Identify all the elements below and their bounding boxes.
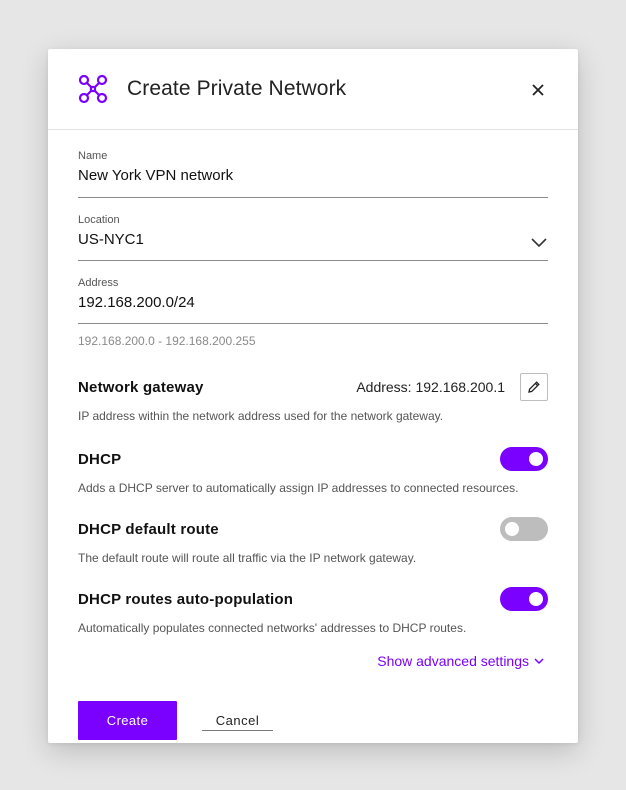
dialog-header: Create Private Network <box>48 49 578 130</box>
address-input[interactable]: 192.168.200.0/24 <box>78 290 548 318</box>
network-gateway-heading: Network gateway <box>78 378 204 396</box>
create-button[interactable]: Create <box>78 701 177 740</box>
advanced-link-label[interactable]: Show advanced settings <box>377 653 529 669</box>
dhcp-routes-toggle[interactable] <box>500 587 548 611</box>
pencil-icon <box>528 381 540 393</box>
dhcp-toggle[interactable] <box>500 447 548 471</box>
address-range: 192.168.200.0 - 192.168.200.255 <box>78 334 256 348</box>
dhcp-heading: DHCP <box>78 450 122 468</box>
chevron-down-icon[interactable] <box>534 657 544 665</box>
dhcp-routes-section: DHCP routes auto-population Automaticall… <box>78 584 548 635</box>
show-advanced-settings-link[interactable]: Show advanced settings <box>78 653 548 669</box>
cancel-button[interactable]: Cancel <box>202 711 273 731</box>
network-icon <box>78 74 108 104</box>
dhcp-default-route-heading: DHCP default route <box>78 520 219 538</box>
dhcp-default-route-description: The default route will route all traffic… <box>78 551 417 565</box>
dhcp-routes-heading: DHCP routes auto-population <box>78 590 294 608</box>
close-icon[interactable] <box>528 80 548 100</box>
dialog-actions: Create Cancel <box>78 701 548 740</box>
location-select[interactable]: Location US-NYC1 <box>78 214 548 261</box>
gateway-description: IP address within the network address us… <box>78 409 444 423</box>
name-input[interactable]: New York VPN network <box>78 163 548 191</box>
dhcp-default-route-section: DHCP default route The default route wil… <box>78 514 548 565</box>
network-gateway-section: Network gateway Address: 192.168.200.1 I… <box>78 372 548 423</box>
address-field[interactable]: Address 192.168.200.0/24 <box>78 277 548 324</box>
gateway-address: Address: 192.168.200.1 <box>356 379 505 395</box>
name-label: Name <box>78 150 108 162</box>
address-label: Address <box>78 277 119 289</box>
dhcp-default-route-toggle[interactable] <box>500 517 548 541</box>
location-label: Location <box>78 214 120 226</box>
dhcp-routes-description: Automatically populates connected networ… <box>78 621 467 635</box>
dhcp-section: DHCP Adds a DHCP server to automatically… <box>78 444 548 495</box>
edit-gateway-button[interactable] <box>520 373 548 401</box>
chevron-down-icon[interactable] <box>530 236 548 248</box>
location-value[interactable]: US-NYC1 <box>78 227 548 255</box>
name-field[interactable]: Name New York VPN network <box>78 150 548 198</box>
create-network-dialog: Create Private Network Name New York VPN… <box>48 49 578 743</box>
dialog-title: Create Private Network <box>127 77 347 100</box>
dialog-body: Name New York VPN network Location US-NY… <box>48 130 578 740</box>
dhcp-description: Adds a DHCP server to automatically assi… <box>78 481 519 495</box>
